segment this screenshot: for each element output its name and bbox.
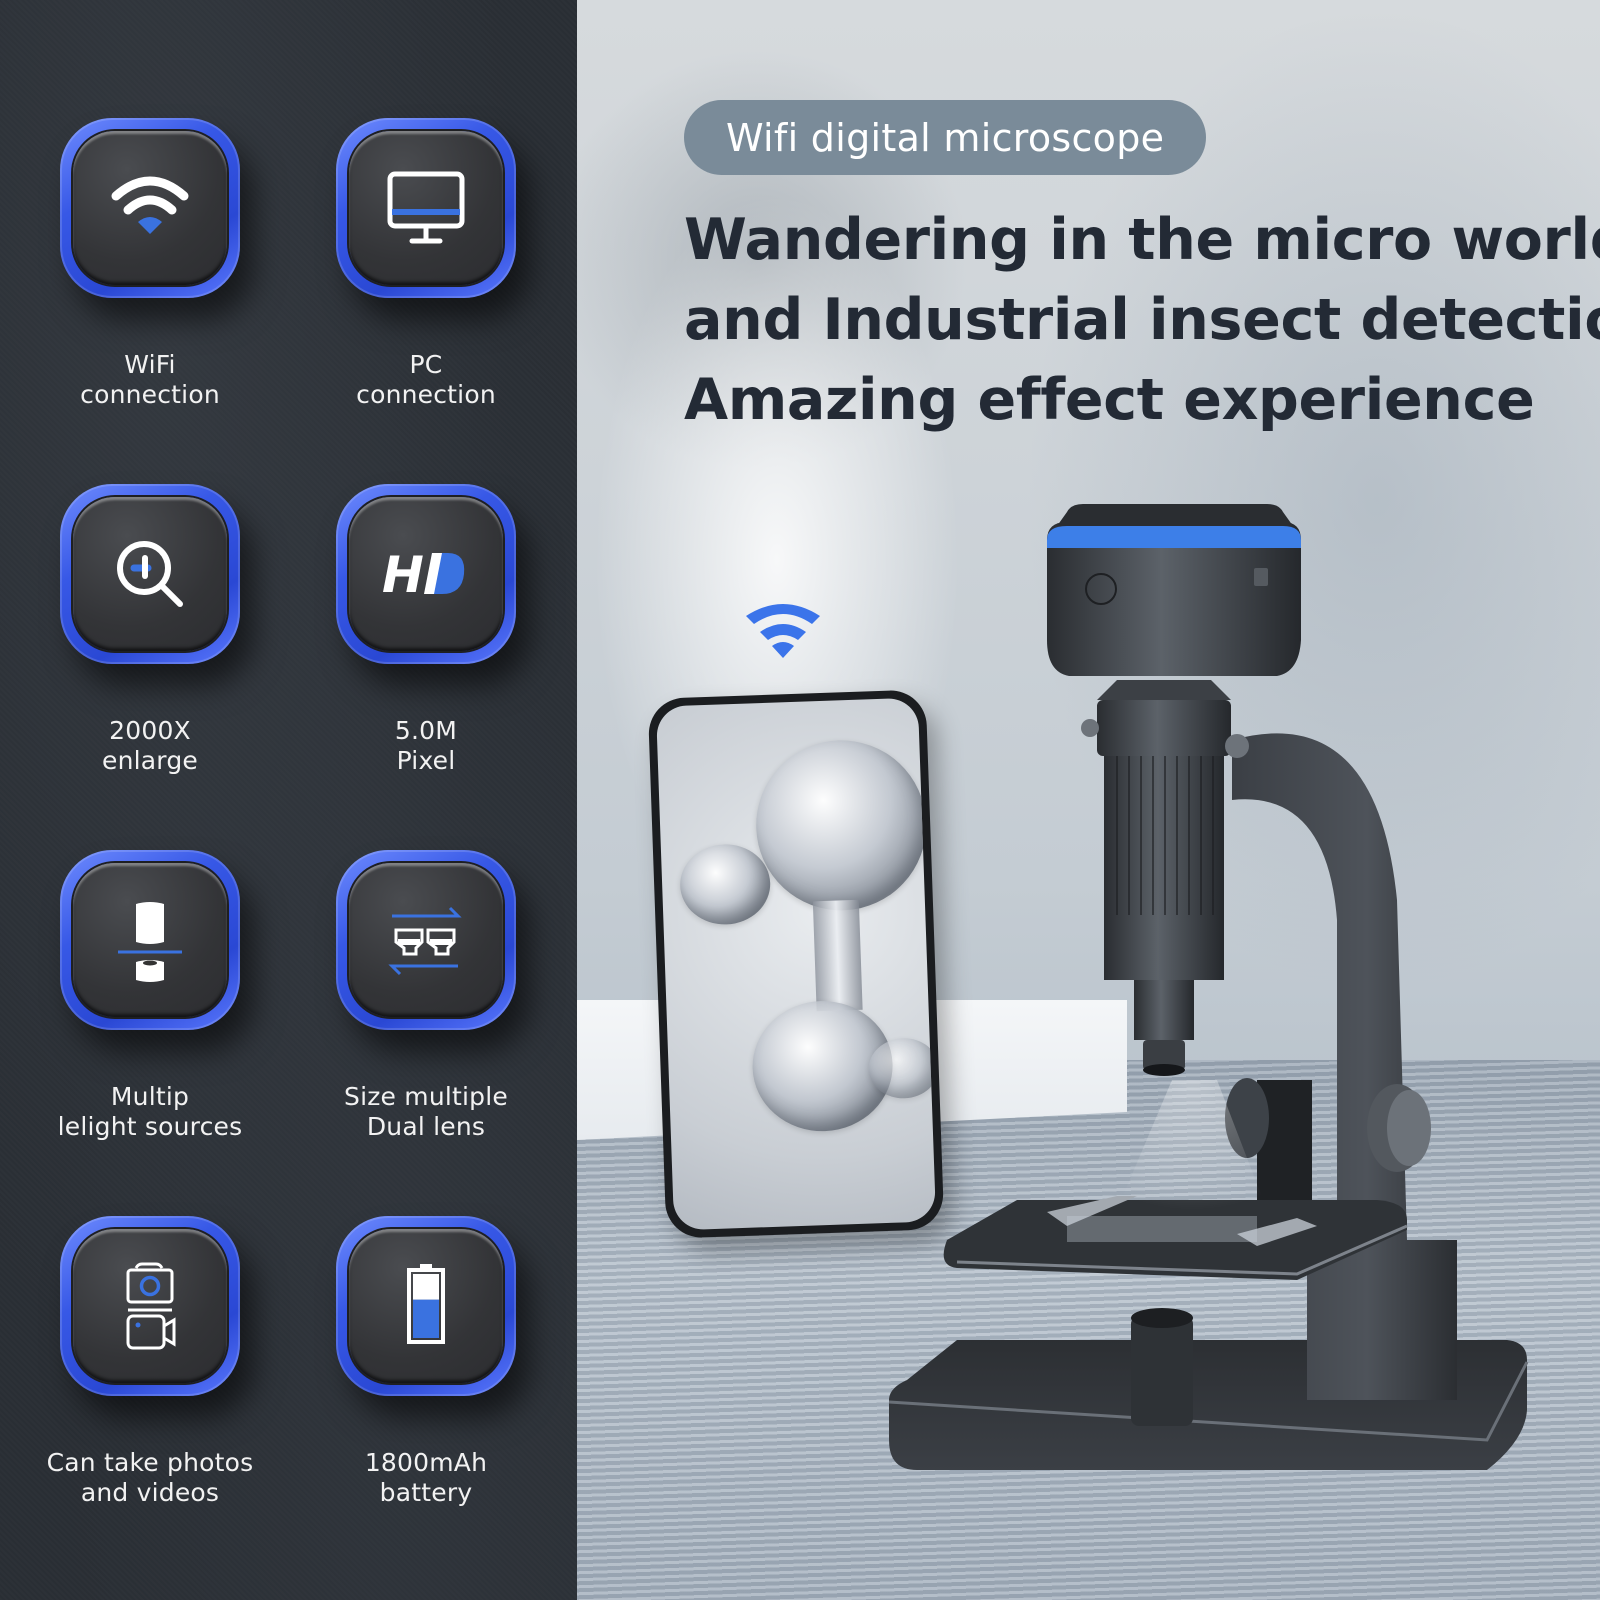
feature-label-line: enlarge xyxy=(102,746,198,775)
objective-lens xyxy=(1134,980,1194,1040)
feature-tile xyxy=(336,850,516,1030)
feature-label: PC connection xyxy=(286,350,566,410)
camera-top xyxy=(1057,504,1293,526)
svg-text:H: H xyxy=(382,546,424,604)
feature-label-line: 1800mAh xyxy=(364,1448,488,1477)
feature-lens: Size multiple Dual lens xyxy=(286,850,566,1142)
microscope xyxy=(888,504,1529,1470)
hd-icon: H xyxy=(382,546,465,604)
product-banner: WiFi connection PC connection 2000X enla… xyxy=(0,0,1600,1600)
feature-zoom: 2000X enlarge xyxy=(10,484,290,776)
feature-label: 5.0M Pixel xyxy=(286,716,566,776)
feature-wifi: WiFi connection xyxy=(10,118,290,410)
feature-tile xyxy=(336,118,516,298)
feature-label: Size multiple Dual lens xyxy=(286,1082,566,1142)
feature-tile: H xyxy=(336,484,516,664)
feature-battery: 1800mAh battery xyxy=(286,1216,566,1508)
feature-label: 2000X enlarge xyxy=(10,716,290,776)
feature-label: Multip lelight sources xyxy=(10,1082,290,1142)
photo-video-icon xyxy=(126,1262,176,1350)
feature-label-line: 2000X xyxy=(109,716,191,745)
dual-lens-icon xyxy=(388,906,462,976)
feature-panel: WiFi connection PC connection 2000X enla… xyxy=(0,0,577,1600)
feature-tile xyxy=(336,1216,516,1396)
feature-tile xyxy=(60,850,240,1030)
feature-label: Can take photos and videos xyxy=(10,1448,290,1508)
battery-empty-area xyxy=(413,1274,439,1300)
feature-label-line: Multip xyxy=(110,1082,190,1111)
feature-label-line: WiFi xyxy=(124,350,176,379)
magnifier-plus-icon xyxy=(117,541,183,607)
feature-label-line: PC xyxy=(409,350,443,379)
feature-camera: Can take photos and videos xyxy=(10,1216,290,1508)
battery-level-fill xyxy=(413,1299,439,1338)
battery-icon xyxy=(407,1264,445,1344)
feature-label-line: connection xyxy=(356,380,496,409)
feature-label-line: 5.0M xyxy=(394,716,458,745)
feature-label-line: battery xyxy=(379,1478,473,1507)
monitor-icon xyxy=(387,171,465,244)
feature-label-line: connection xyxy=(80,380,220,409)
feature-tile xyxy=(60,118,240,298)
feature-label-line: and videos xyxy=(80,1478,220,1507)
feature-hd: H 5.0M Pixel xyxy=(286,484,566,776)
feature-label: WiFi connection xyxy=(10,350,290,410)
feature-light: Multip lelight sources xyxy=(10,850,290,1142)
feature-label-line: Dual lens xyxy=(366,1112,486,1141)
base-light-column xyxy=(1131,1316,1193,1426)
feature-tile xyxy=(60,1216,240,1396)
feature-label-line: Can take photos xyxy=(46,1448,254,1477)
feature-label-line: lelight sources xyxy=(57,1112,243,1141)
feature-label: 1800mAh battery xyxy=(286,1448,566,1508)
light-source-icon xyxy=(118,902,182,982)
tube-collar xyxy=(1097,700,1231,756)
microscope-arm xyxy=(1232,733,1457,1400)
feature-label-line: Size multiple xyxy=(344,1082,508,1111)
feature-pc: PC connection xyxy=(286,118,566,410)
feature-label-line: Pixel xyxy=(396,746,456,775)
feature-tile xyxy=(60,484,240,664)
wifi-icon xyxy=(111,176,189,234)
product-photo: Wifi digital microscope Wandering in the… xyxy=(577,0,1600,1600)
blue-led-ring xyxy=(1047,526,1301,548)
